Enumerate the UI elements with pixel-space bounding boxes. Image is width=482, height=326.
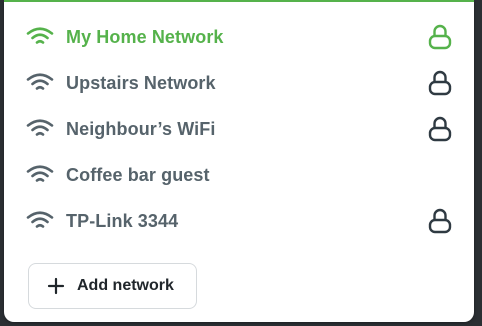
lock-icon: [428, 207, 452, 235]
network-panel: My Home Network Upstairs Network Neighbo…: [4, 0, 474, 322]
add-network-button[interactable]: Add network: [28, 263, 197, 309]
panel-top-accent: [4, 0, 474, 2]
wifi-icon: [26, 119, 54, 139]
add-network-label: Add network: [77, 277, 174, 294]
network-list: My Home Network Upstairs Network Neighbo…: [4, 14, 474, 244]
network-name: Upstairs Network: [66, 72, 216, 93]
wifi-icon: [26, 73, 54, 93]
network-name: My Home Network: [66, 26, 224, 47]
plus-icon: [47, 277, 65, 295]
wifi-icon: [26, 211, 54, 231]
wifi-icon: [26, 27, 54, 47]
network-item-tp-link-3344[interactable]: TP-Link 3344: [4, 198, 474, 244]
network-name: Coffee bar guest: [66, 164, 210, 185]
lock-icon: [428, 115, 452, 143]
lock-icon: [428, 23, 452, 51]
lock-icon: [428, 69, 452, 97]
network-item-upstairs-network[interactable]: Upstairs Network: [4, 60, 474, 106]
network-name: Neighbour’s WiFi: [66, 118, 216, 139]
network-item-coffee-bar-guest[interactable]: Coffee bar guest: [4, 152, 474, 198]
network-item-neighbours-wifi[interactable]: Neighbour’s WiFi: [4, 106, 474, 152]
network-item-my-home-network[interactable]: My Home Network: [4, 14, 474, 60]
network-name: TP-Link 3344: [66, 210, 179, 231]
wifi-icon: [26, 165, 54, 185]
